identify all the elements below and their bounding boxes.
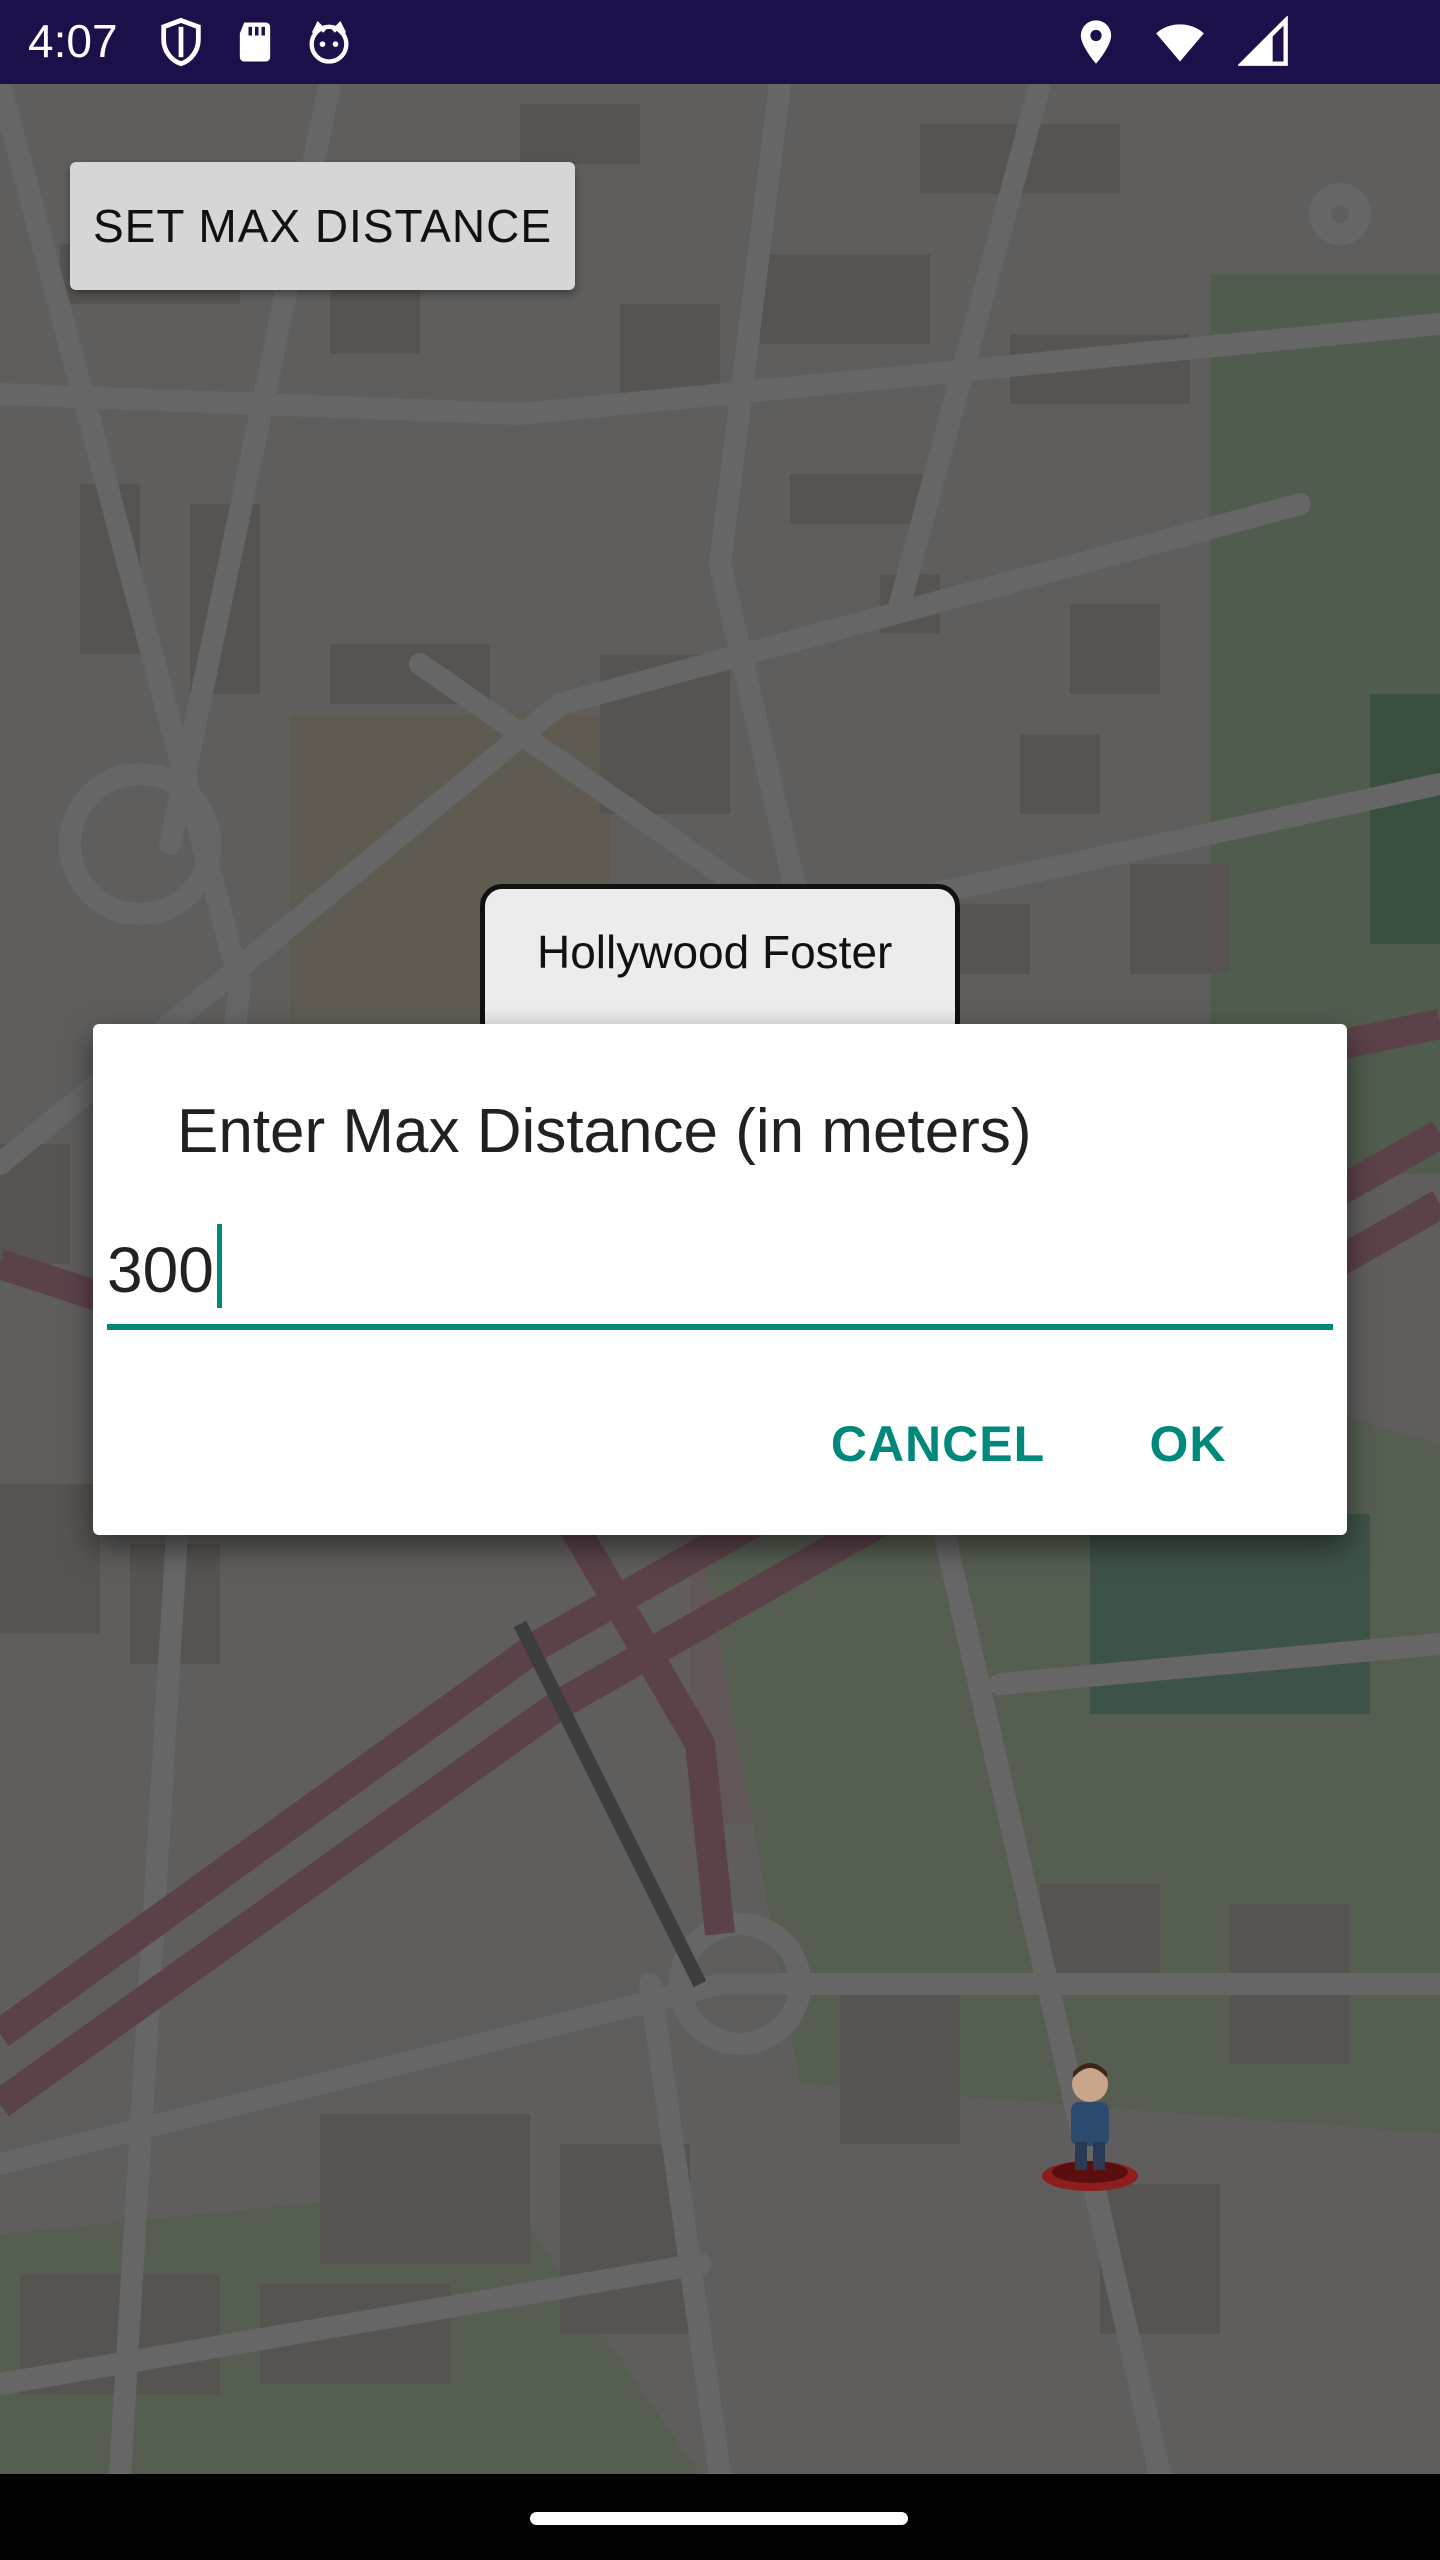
status-bar: 4:07 <box>0 0 1440 84</box>
sd-card-icon <box>239 22 271 62</box>
home-handle[interactable] <box>530 2512 908 2525</box>
max-distance-input-value[interactable]: 300 <box>107 1224 222 1308</box>
wifi-icon <box>1156 24 1204 62</box>
max-distance-dialog: Enter Max Distance (in meters) 300 CANCE… <box>93 1024 1347 1535</box>
status-time: 4:07 <box>28 15 118 67</box>
dialog-title: Enter Max Distance (in meters) <box>177 1097 1032 1166</box>
input-underline <box>107 1324 1333 1330</box>
cat-app-icon <box>309 21 349 64</box>
max-distance-input[interactable]: 300 <box>107 1202 1333 1330</box>
signal-icon <box>1238 16 1288 66</box>
cancel-button[interactable]: CANCEL <box>831 1404 1044 1484</box>
ok-button[interactable]: OK <box>1093 1404 1283 1484</box>
marker-info-window[interactable]: Hollywood Foster <box>480 884 960 1044</box>
set-max-distance-button[interactable]: SET MAX DISTANCE <box>70 162 575 290</box>
text-caret <box>216 1224 222 1308</box>
player-avatar-icon[interactable] <box>1035 2054 1145 2194</box>
location-icon <box>1080 20 1112 64</box>
shield-icon <box>161 17 201 67</box>
info-window-title: Hollywood Foster <box>537 926 893 978</box>
